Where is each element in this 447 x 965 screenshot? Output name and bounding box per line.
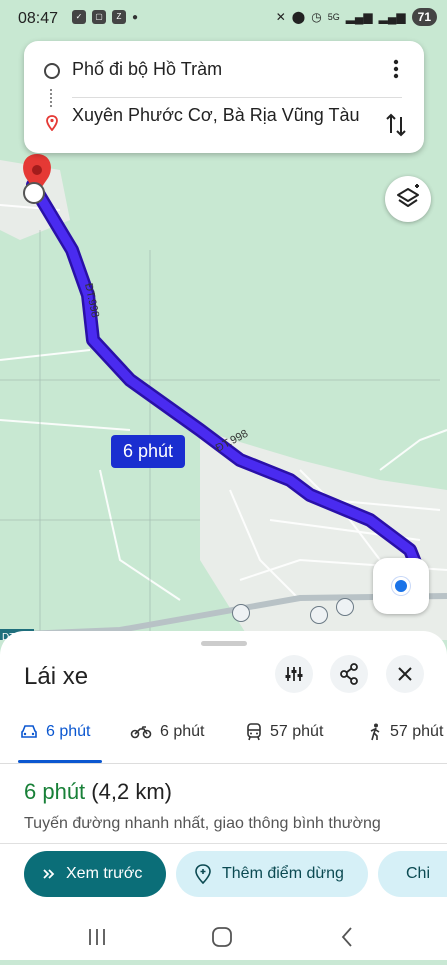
layers-button[interactable] — [385, 176, 431, 222]
origin-row[interactable]: Phố đi bộ Hồ Tràm — [24, 49, 424, 89]
add-stop-label: Thêm điểm dừng — [222, 865, 344, 882]
tab-label: 57 phút — [270, 723, 324, 740]
layers-icon — [397, 184, 419, 207]
tab-label: 6 phút — [46, 723, 91, 740]
battery-indicator: 71 — [411, 8, 437, 26]
tab-label: 57 phút — [390, 723, 444, 740]
swap-icon[interactable] — [384, 111, 408, 139]
back-icon[interactable] — [341, 927, 352, 947]
signal-icon: ▂▄▆ — [345, 10, 373, 24]
destination-pin-icon — [46, 115, 58, 131]
active-tab-indicator — [18, 760, 102, 763]
add-stop-button[interactable]: Thêm điểm dừng — [176, 851, 368, 897]
check-notification-icon: ✓ — [72, 10, 86, 24]
mute-icon: ✕ — [275, 10, 286, 24]
signal-2-icon: ▂▄▆ — [378, 10, 406, 24]
system-nav-bar — [0, 913, 447, 960]
status-time: 08:47 — [18, 10, 59, 27]
preview-button[interactable]: Xem trước — [24, 851, 166, 897]
route-summary: 6 phút (4,2 km) — [24, 779, 172, 805]
motorbike-icon — [130, 726, 152, 739]
options-button[interactable] — [275, 655, 313, 693]
tab-transit[interactable]: 57 phút — [246, 723, 323, 741]
tab-motorbike[interactable]: 6 phút — [130, 723, 204, 741]
directions-card: Phố đi bộ Hồ Tràm Xuyên Phước Cơ, Bà Rịa… — [24, 41, 424, 153]
notification-icons: ✓ ▢ Z ● — [72, 10, 138, 24]
destination-field[interactable]: Xuyên Phước Cơ, Bà Rịa Vũng Tàu — [72, 105, 359, 126]
chevrons-right-icon — [43, 869, 55, 879]
home-icon[interactable] — [212, 927, 232, 947]
drag-handle[interactable] — [201, 641, 247, 646]
divider — [72, 97, 402, 98]
origin-field[interactable]: Phố đi bộ Hồ Tràm — [72, 59, 222, 80]
network-type: 5G — [327, 12, 340, 22]
destination-row[interactable]: Xuyên Phước Cơ, Bà Rịa Vũng Tàu — [24, 105, 424, 145]
preview-label: Xem trước — [66, 865, 143, 882]
share-icon — [340, 663, 358, 685]
share-label: Chi — [406, 865, 431, 882]
screenshot-notification-icon: ▢ — [92, 10, 106, 24]
car-icon — [21, 725, 37, 738]
tune-icon — [285, 667, 303, 681]
route-time-label[interactable]: 6 phút — [111, 435, 186, 468]
location-status-icon: ⬤ — [291, 10, 306, 24]
tab-driving[interactable]: 6 phút — [20, 723, 90, 741]
bus-stop-icon[interactable] — [232, 604, 250, 622]
tab-walking[interactable]: 57 phút — [368, 723, 443, 741]
my-location-icon — [392, 577, 410, 595]
share-directions-button[interactable]: Chi — [378, 851, 447, 897]
directions-sheet: Lái xe 6 phút 6 phút 57 phút 57 phút 6 p… — [0, 631, 447, 960]
share-button[interactable] — [330, 655, 368, 693]
status-bar: 08:47 ✓ ▢ Z ● ✕ ⬤ ◷ 5G ▂▄▆ ▂▄▆ 71 — [0, 0, 447, 38]
add-stop-icon — [195, 864, 211, 884]
recent-apps-icon[interactable] — [89, 929, 105, 945]
tab-label: 6 phút — [160, 723, 205, 740]
more-vertical-icon[interactable] — [386, 57, 406, 81]
my-location-button[interactable] — [373, 558, 429, 614]
walk-icon — [370, 723, 380, 741]
transit-icon — [247, 723, 261, 741]
divider — [0, 843, 447, 844]
close-button[interactable] — [386, 655, 424, 693]
route-description: Tuyến đường nhanh nhất, giao thông bình … — [24, 815, 381, 832]
zalo-notification-icon: Z — [112, 10, 126, 24]
bus-stop-icon[interactable] — [336, 598, 354, 616]
route-duration: 6 phút — [24, 779, 86, 804]
more-notification-dot-icon: ● — [132, 11, 139, 23]
bus-stop-icon[interactable] — [310, 606, 328, 624]
close-icon — [398, 667, 412, 681]
sheet-title: Lái xe — [24, 663, 89, 690]
origin-circle-icon — [44, 63, 60, 79]
alarm-icon: ◷ — [311, 10, 322, 24]
system-status-icons: ✕ ⬤ ◷ 5G ▂▄▆ ▂▄▆ 71 — [276, 8, 437, 26]
route-distance: (4,2 km) — [91, 779, 172, 804]
travel-mode-tabs: 6 phút 6 phút 57 phút 57 phút — [0, 711, 447, 764]
